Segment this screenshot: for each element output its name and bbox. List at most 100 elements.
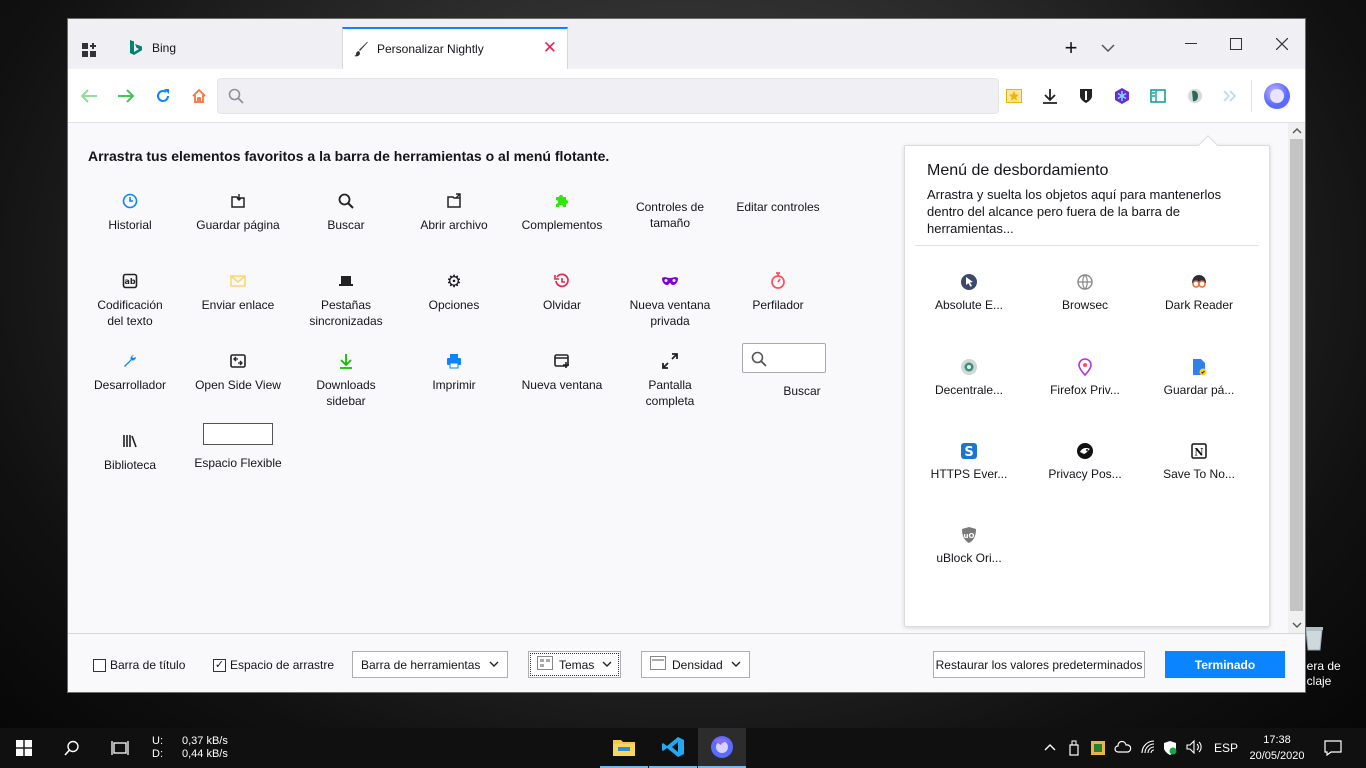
done-button[interactable]: Terminado <box>1165 651 1285 678</box>
minimize-button[interactable] <box>1180 33 1202 55</box>
system-clock[interactable]: 17:38 20/05/2020 <box>1244 732 1310 764</box>
vscode-icon[interactable] <box>649 728 697 768</box>
globe-icon <box>1031 272 1139 292</box>
new-tab-plus-icon[interactable]: + <box>1060 35 1082 60</box>
palette-item-biblioteca[interactable]: Biblioteca <box>76 431 184 473</box>
overflow-item-browsec[interactable]: Browsec <box>1031 272 1139 312</box>
themes-dropdown[interactable]: Temas <box>528 651 621 678</box>
forward-arrow-icon[interactable] <box>115 85 137 107</box>
palette-item-pantalla-completa[interactable]: Pantalla completa <box>616 351 724 409</box>
palette-item-codificacion[interactable]: ab Codificación del texto <box>76 271 184 329</box>
windows-start-icon[interactable] <box>8 728 40 768</box>
density-dropdown[interactable]: Densidad <box>641 651 750 678</box>
close-window-button[interactable] <box>1271 33 1293 55</box>
cloud-sync-icon[interactable] <box>1114 740 1132 757</box>
overflow-item-guardar-pagina[interactable]: Guardar pá... <box>1145 357 1253 397</box>
palette-item-espacio-flexible[interactable]: Espacio Flexible <box>184 423 292 471</box>
palette-item-controles-tamano[interactable]: Controles de tamaño <box>616 199 724 231</box>
apps-grid-icon[interactable] <box>78 39 100 61</box>
network-speed-meter: U: 0,37 kB/s D: 0,44 kB/s <box>152 735 228 760</box>
vertical-scrollbar[interactable] <box>1288 123 1305 633</box>
decentraleyes-icon <box>915 357 1023 377</box>
chevron-up-icon[interactable] <box>1044 740 1056 754</box>
bitwarden-shield-icon[interactable] <box>1076 86 1096 106</box>
privacy-possum-icon <box>1031 441 1139 461</box>
title-bar-checkbox[interactable]: Barra de título <box>93 658 185 672</box>
task-view-icon[interactable] <box>104 728 136 768</box>
reload-icon[interactable] <box>152 85 174 107</box>
tab-title: Bing <box>152 41 177 55</box>
palette-item-opciones[interactable]: ⚙ Opciones <box>400 271 508 313</box>
app-tray-icon[interactable] <box>1090 740 1106 759</box>
palette-item-downloads-sidebar[interactable]: Downloads sidebar <box>292 351 400 409</box>
overflow-item-decentraleyes[interactable]: Decentrale... <box>915 357 1023 397</box>
wifi-icon[interactable] <box>1140 740 1156 757</box>
overflow-item-save-to-notion[interactable]: N Save To No... <box>1145 441 1253 481</box>
back-arrow-icon[interactable] <box>78 85 100 107</box>
printer-icon <box>400 351 508 371</box>
security-shield-icon[interactable] <box>1163 740 1177 759</box>
palette-item-open-side-view[interactable]: Open Side View <box>184 351 292 393</box>
scroll-down-arrow-icon[interactable] <box>1288 617 1305 633</box>
new-window-icon <box>508 351 616 371</box>
maximize-button[interactable] <box>1225 33 1247 55</box>
overflow-item-dark-reader[interactable]: Dark Reader <box>1145 272 1253 312</box>
language-indicator[interactable]: ESP <box>1214 741 1238 755</box>
palette-item-complementos[interactable]: Complementos <box>508 191 616 233</box>
palette-item-editar-controles[interactable]: Editar controles <box>724 199 832 215</box>
checkbox-box[interactable] <box>93 658 106 672</box>
tab-bing[interactable]: Bing <box>126 27 341 69</box>
extension-mascot-icon[interactable] <box>1185 86 1205 106</box>
overflow-title: Menú de desbordamiento <box>927 162 1109 179</box>
extension-snowflake-icon[interactable] <box>1112 86 1132 106</box>
browser-window: Bing Personalizar Nightly ✕ + Arrastra t… <box>67 18 1306 693</box>
search-icon[interactable] <box>56 728 88 768</box>
drag-space-checkbox[interactable]: ✓ Espacio de arrastre <box>213 658 334 672</box>
palette-item-olvidar[interactable]: Olvidar <box>508 271 616 313</box>
nightly-logo-icon[interactable] <box>1263 82 1291 110</box>
overflow-item-https-everywhere[interactable]: S HTTPS Ever... <box>915 441 1023 481</box>
bookmark-star-icon[interactable] <box>1004 86 1024 106</box>
overflow-panel: Menú de desbordamiento Arrastra y suelta… <box>904 135 1270 627</box>
toolbars-dropdown[interactable]: Barra de herramientas <box>352 651 508 678</box>
palette-item-ventana-privada[interactable]: Nueva ventana privada <box>616 271 724 329</box>
palette-item-historial[interactable]: Historial <box>76 191 184 233</box>
palette-item-imprimir[interactable]: Imprimir <box>400 351 508 393</box>
tab-personalizar[interactable]: Personalizar Nightly ✕ <box>342 27 568 69</box>
palette-item-perfilador[interactable]: Perfilador <box>724 271 832 313</box>
overflow-item-firefox-private[interactable]: Firefox Priv... <box>1031 357 1139 397</box>
scrollbar-thumb[interactable] <box>1290 139 1303 611</box>
palette-item-buscar[interactable]: Buscar <box>292 191 400 233</box>
downloads-icon[interactable] <box>1040 86 1060 106</box>
search-icon <box>228 88 244 107</box>
close-tab-icon[interactable]: ✕ <box>543 39 557 56</box>
palette-item-guardar-pagina[interactable]: Guardar página <box>184 191 292 233</box>
palette-item-enviar-enlace[interactable]: Enviar enlace <box>184 271 292 313</box>
file-explorer-icon[interactable] <box>600 728 648 768</box>
scroll-up-arrow-icon[interactable] <box>1288 123 1305 139</box>
firefox-nightly-taskbar-icon[interactable] <box>698 728 746 768</box>
open-file-icon <box>400 191 508 211</box>
usb-device-icon[interactable] <box>1068 740 1080 759</box>
overflow-item-absolute-enable[interactable]: Absolute E... <box>915 272 1023 312</box>
checkbox-checked-icon[interactable]: ✓ <box>213 658 226 672</box>
palette-item-abrir-archivo[interactable]: Abrir archivo <box>400 191 508 233</box>
chevron-down-icon[interactable] <box>1097 37 1119 59</box>
flexible-space-icon <box>203 423 273 445</box>
palette-item-search-box[interactable]: Buscar <box>724 343 844 399</box>
overflow-description: Arrastra y suelta los objetos aquí para … <box>927 187 1222 236</box>
volume-icon[interactable] <box>1186 739 1202 757</box>
home-icon[interactable] <box>188 85 210 107</box>
notifications-icon[interactable] <box>1324 740 1342 759</box>
restore-defaults-button[interactable]: Restaurar los valores predeterminados <box>933 651 1145 678</box>
overflow-item-ublock-origin[interactable]: uO uBlock Ori... <box>915 525 1023 565</box>
url-bar[interactable] <box>217 78 999 114</box>
palette-item-pestanas-sincronizadas[interactable]: Pestañas sincronizadas <box>292 271 400 329</box>
overflow-chevron-icon[interactable] <box>1220 86 1240 106</box>
sidebar-icon[interactable] <box>1148 86 1168 106</box>
palette-item-desarrollador[interactable]: Desarrollador <box>76 351 184 393</box>
overflow-item-privacy-possum[interactable]: Privacy Pos... <box>1031 441 1139 481</box>
gear-icon: ⚙ <box>446 271 462 291</box>
text-encoding-icon: ab <box>76 271 184 291</box>
palette-item-nueva-ventana[interactable]: Nueva ventana <box>508 351 616 393</box>
